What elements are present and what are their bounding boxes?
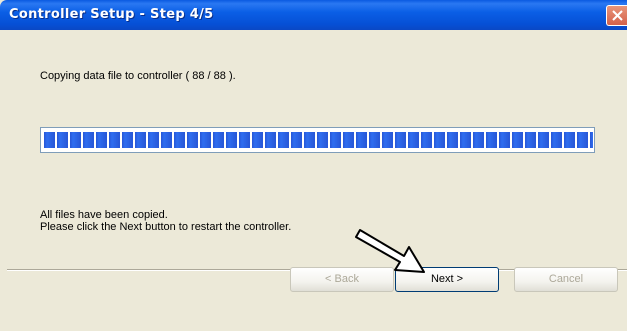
copy-status-text: Copying data file to controller ( 88 / 8… (40, 70, 236, 82)
close-icon (612, 10, 623, 21)
cancel-button[interactable]: Cancel (514, 267, 618, 292)
arrow-cursor-icon (355, 229, 425, 273)
progress-bar (40, 127, 595, 153)
progress-fill (44, 132, 593, 148)
window-title: Controller Setup - Step 4/5 (9, 7, 214, 22)
title-bar: Controller Setup - Step 4/5 (0, 0, 627, 30)
close-button[interactable] (606, 5, 627, 26)
message-copied: All files have been copied. (40, 209, 168, 221)
message-instruction: Please click the Next button to restart … (40, 221, 292, 233)
dialog-content: Copying data file to controller ( 88 / 8… (0, 30, 627, 331)
